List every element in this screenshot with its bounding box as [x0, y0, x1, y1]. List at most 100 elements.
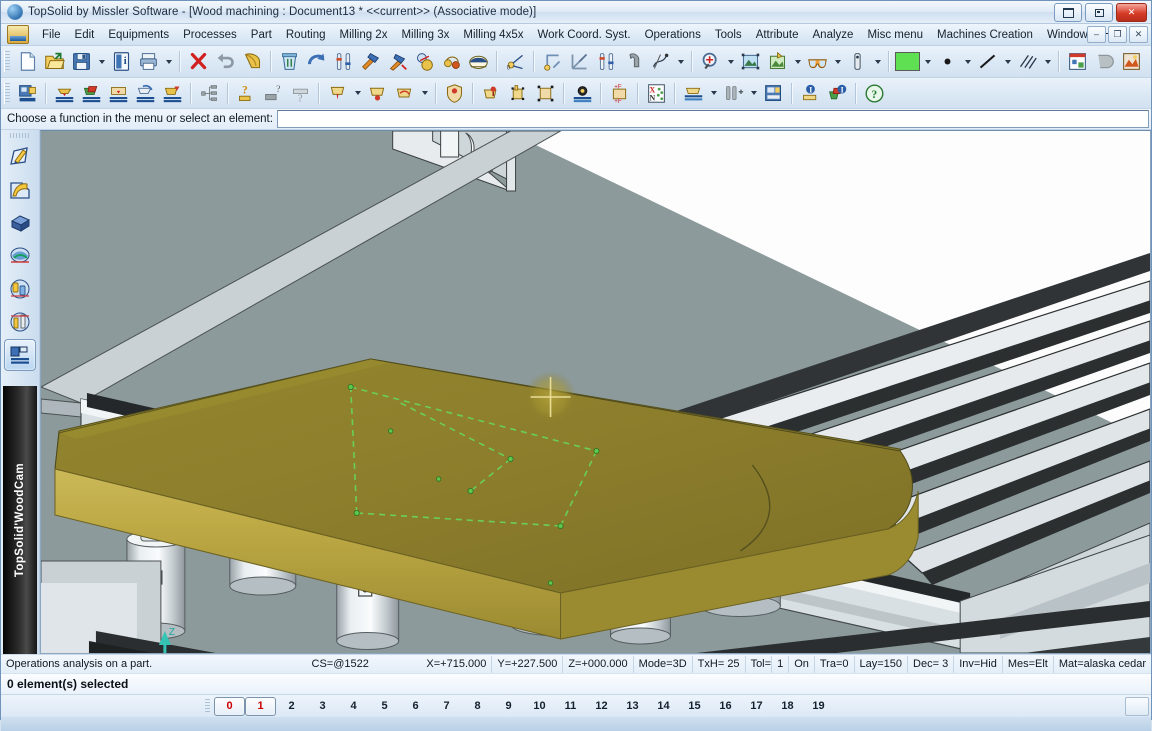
- sidebar-item-woodcam[interactable]: [4, 339, 36, 371]
- shield-icon[interactable]: [441, 80, 468, 107]
- close-button[interactable]: ✕: [1116, 3, 1147, 22]
- layer-tab-11[interactable]: 11: [555, 697, 586, 716]
- new-document-icon[interactable]: [14, 48, 41, 75]
- mdi-close-button[interactable]: ✕: [1129, 26, 1148, 43]
- zoom-fit-icon[interactable]: [737, 48, 764, 75]
- toolbar-grip-2[interactable]: [4, 82, 10, 104]
- sidebar-item-surface[interactable]: [4, 240, 36, 272]
- hatch-style-icon[interactable]: [1014, 48, 1041, 75]
- tool-list-dropdown[interactable]: [747, 80, 760, 107]
- menu-item-analyze[interactable]: Analyze: [806, 26, 861, 44]
- sketch-dropdown[interactable]: [674, 48, 687, 75]
- status-material[interactable]: Mat=alaska cedar: [1054, 656, 1151, 673]
- save-document-icon[interactable]: [68, 48, 95, 75]
- menu-item-part[interactable]: Part: [244, 26, 279, 44]
- parameters-icon[interactable]: [330, 48, 357, 75]
- toolbar-grip[interactable]: [4, 51, 10, 72]
- glasses-dropdown[interactable]: [831, 48, 844, 75]
- layer-tab-10[interactable]: 10: [524, 697, 555, 716]
- board-machining-icon[interactable]: [132, 80, 159, 107]
- status-layer[interactable]: Lay=150: [855, 655, 909, 673]
- info-part-icon[interactable]: I: [797, 80, 824, 107]
- hammer-icon[interactable]: [357, 48, 384, 75]
- menu-item-file[interactable]: File: [35, 26, 68, 44]
- status-invisible[interactable]: Inv=Hid: [954, 655, 1003, 673]
- pocket-icon[interactable]: [364, 80, 391, 107]
- save-dropdown[interactable]: [95, 48, 108, 75]
- menu-item-machines-creation[interactable]: Machines Creation: [930, 26, 1040, 44]
- layer-tab-9[interactable]: 9: [493, 697, 524, 716]
- layer-tab-13[interactable]: 13: [617, 697, 648, 716]
- color-swatch[interactable]: [894, 48, 921, 75]
- post-processor-icon[interactable]: [760, 80, 787, 107]
- layer-tab-18[interactable]: 18: [772, 697, 803, 716]
- nc-code-icon[interactable]: XN: [643, 80, 670, 107]
- layer-tab-0[interactable]: 0: [214, 696, 245, 716]
- layer-tab-2[interactable]: 2: [276, 697, 307, 716]
- status-text-height[interactable]: TxH= 25: [693, 655, 746, 673]
- point-style-icon[interactable]: [934, 48, 961, 75]
- tool-query-icon[interactable]: ?: [233, 80, 260, 107]
- menu-item-milling-4x5x[interactable]: Milling 4x5x: [456, 26, 530, 44]
- menu-item-operations[interactable]: Operations: [638, 26, 708, 44]
- layer-tab-14[interactable]: 14: [648, 697, 679, 716]
- info-board-icon[interactable]: I: [824, 80, 851, 107]
- menu-item-work-coord-syst[interactable]: Work Coord. Syst.: [530, 26, 637, 44]
- hatch-style-dropdown[interactable]: [1041, 48, 1054, 75]
- layer-tab-8[interactable]: 8: [462, 697, 493, 716]
- menu-item-tools[interactable]: Tools: [708, 26, 749, 44]
- sidebar-item-sketch[interactable]: [4, 141, 36, 173]
- mdi-restore-button[interactable]: ❐: [1108, 26, 1127, 43]
- tools-pair-icon[interactable]: [593, 48, 620, 75]
- layer-tab-4[interactable]: 4: [338, 697, 369, 716]
- menu-item-attribute[interactable]: Attribute: [749, 26, 806, 44]
- tool-list-icon[interactable]: [720, 80, 747, 107]
- zoom-dropdown[interactable]: [724, 48, 737, 75]
- axes-icon[interactable]: [566, 48, 593, 75]
- sidebar-item-curve[interactable]: [4, 174, 36, 206]
- render-dropdown[interactable]: [871, 48, 884, 75]
- part-select-icon[interactable]: [532, 80, 559, 107]
- board-flip-icon[interactable]: [159, 80, 186, 107]
- open-document-icon[interactable]: [41, 48, 68, 75]
- redo-icon[interactable]: [239, 48, 266, 75]
- constraint-icon[interactable]: [438, 48, 465, 75]
- layer-manager-icon[interactable]: [1064, 48, 1091, 75]
- view-dropdown[interactable]: [791, 48, 804, 75]
- sidebar-item-solid[interactable]: [4, 207, 36, 239]
- layer-tab-1[interactable]: 1: [245, 696, 276, 716]
- print-dropdown[interactable]: [162, 48, 175, 75]
- simulate-icon[interactable]: [569, 80, 596, 107]
- part-clamp-icon[interactable]: [505, 80, 532, 107]
- layer-tab-7[interactable]: 7: [431, 697, 462, 716]
- layerbar-grip[interactable]: [205, 698, 210, 714]
- section-icon[interactable]: [465, 48, 492, 75]
- sidebar-item-draft[interactable]: [4, 306, 36, 338]
- drilling-dropdown[interactable]: [351, 80, 364, 107]
- sidebar-item-assembly[interactable]: [4, 273, 36, 305]
- maximize-button[interactable]: [1085, 3, 1113, 22]
- hammer-axis-icon[interactable]: [384, 48, 411, 75]
- layer-tab-19[interactable]: 19: [803, 697, 834, 716]
- assembly-icon[interactable]: [411, 48, 438, 75]
- vertical-toolbar-grip[interactable]: [10, 133, 30, 138]
- view-image-icon[interactable]: [764, 48, 791, 75]
- nesting-icon[interactable]: [680, 80, 707, 107]
- layer-tab-6[interactable]: 6: [400, 697, 431, 716]
- snapshot-icon[interactable]: [1118, 48, 1145, 75]
- layer-tab-5[interactable]: 5: [369, 697, 400, 716]
- prompt-input[interactable]: [276, 110, 1149, 128]
- board-clamp-icon[interactable]: [105, 80, 132, 107]
- status-decimals[interactable]: Dec= 3: [908, 655, 955, 673]
- part-machining-icon[interactable]: [478, 80, 505, 107]
- history-icon[interactable]: [1091, 48, 1118, 75]
- glasses-icon[interactable]: [804, 48, 831, 75]
- layer-tab-12[interactable]: 12: [586, 697, 617, 716]
- delete-icon[interactable]: [185, 48, 212, 75]
- status-transparency[interactable]: Tra=0: [815, 655, 855, 673]
- undo-icon[interactable]: [212, 48, 239, 75]
- status-mode[interactable]: Mode=3D: [634, 655, 693, 673]
- print-icon[interactable]: [135, 48, 162, 75]
- menu-item-milling-3x[interactable]: Milling 3x: [394, 26, 456, 44]
- help-query-icon[interactable]: ?: [287, 80, 314, 107]
